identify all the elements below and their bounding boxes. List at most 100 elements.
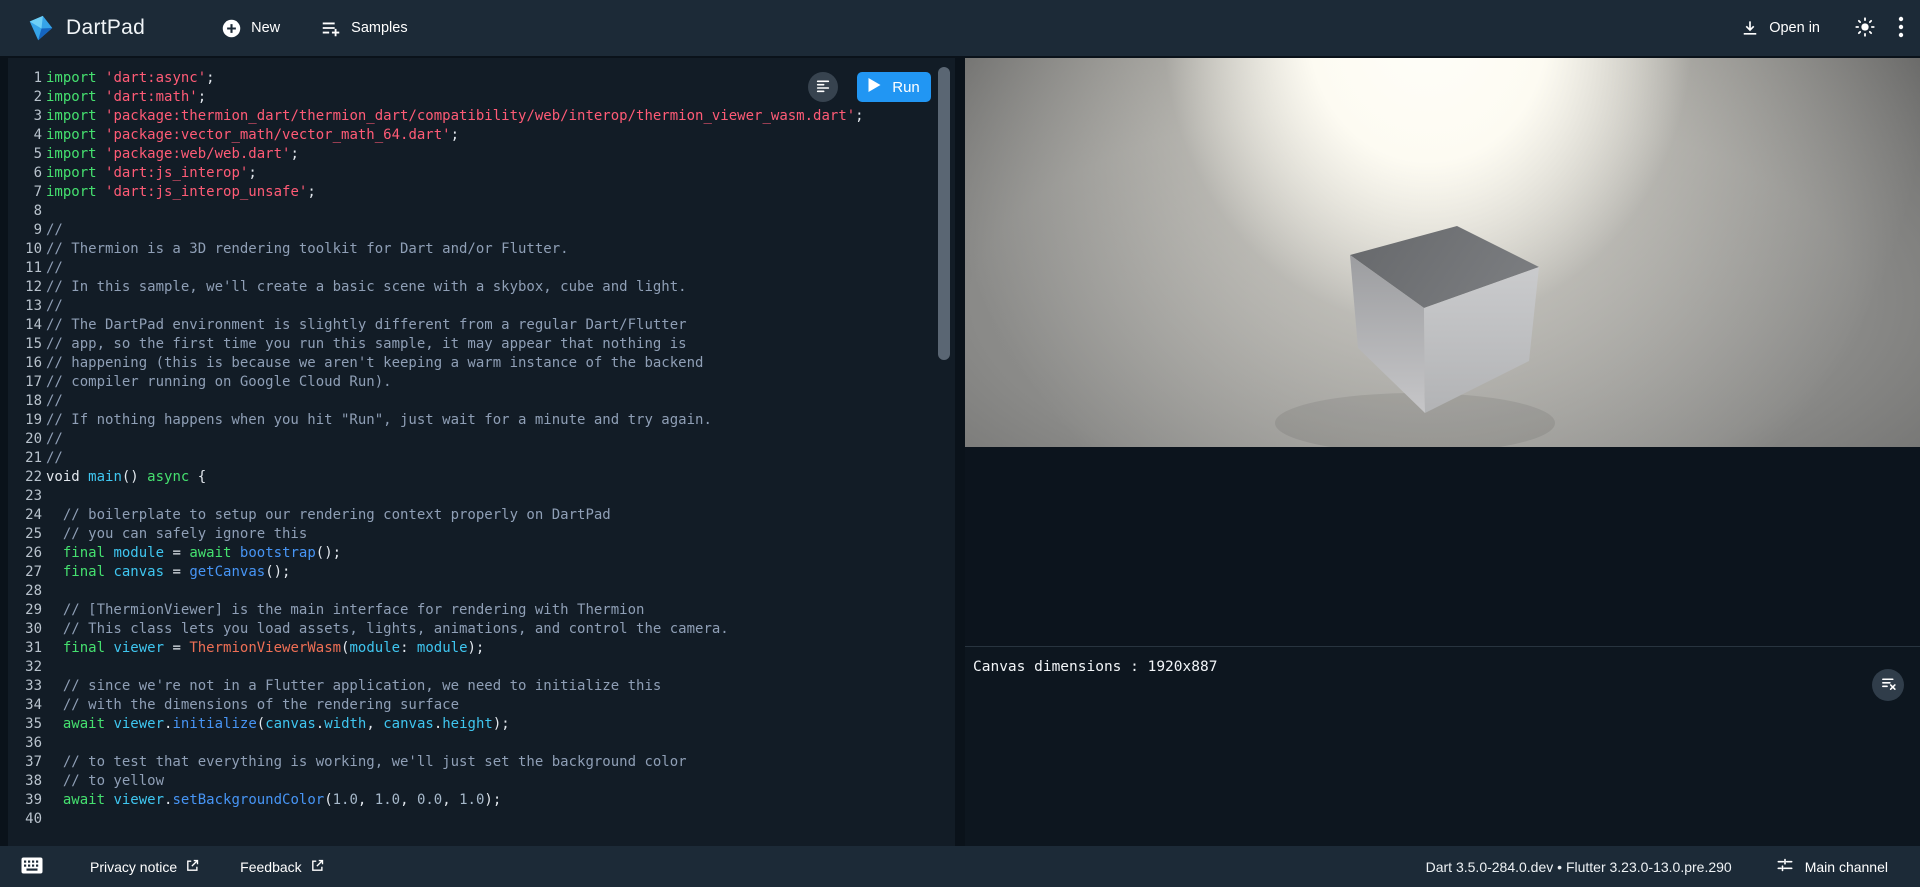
play-icon: [868, 78, 881, 96]
format-button[interactable]: [808, 72, 838, 102]
code-text: // app, so the first time you run this s…: [46, 335, 687, 354]
code-line: 4import 'package:vector_math/vector_math…: [8, 126, 955, 145]
code-text: import 'dart:math';: [46, 88, 206, 107]
line-number: 28: [8, 582, 42, 601]
clear-console-button[interactable]: [1872, 669, 1904, 701]
code-line: 37 // to test that everything is working…: [8, 753, 955, 772]
new-button[interactable]: New: [221, 18, 280, 39]
keyboard-shortcuts-button[interactable]: [21, 857, 43, 877]
code-line: 7import 'dart:js_interop_unsafe';: [8, 183, 955, 202]
samples-button[interactable]: Samples: [320, 17, 407, 39]
code-text: //: [46, 392, 63, 411]
code-line: 31 final viewer = ThermionViewerWasm(mod…: [8, 639, 955, 658]
line-number: 24: [8, 506, 42, 525]
line-number: 32: [8, 658, 42, 677]
line-number: 20: [8, 430, 42, 449]
code-line: 14// The DartPad environment is slightly…: [8, 316, 955, 335]
code-text: await viewer.initialize(canvas.width, ca…: [46, 715, 510, 734]
line-number: 34: [8, 696, 42, 715]
cube-3d: [965, 58, 1920, 447]
code-line: 8: [8, 202, 955, 221]
footer-bar: Privacy notice Feedback Dart 3.5.0-284.0…: [0, 846, 1920, 887]
theme-toggle-button[interactable]: [1854, 16, 1876, 41]
code-line: 19// If nothing happens when you hit "Ru…: [8, 411, 955, 430]
privacy-notice-link[interactable]: Privacy notice: [90, 858, 200, 876]
overflow-menu-button[interactable]: [1898, 16, 1904, 41]
line-number: 5: [8, 145, 42, 164]
code-line: 22void main() async {: [8, 468, 955, 487]
line-number: 7: [8, 183, 42, 202]
code-line: 15// app, so the first time you run this…: [8, 335, 955, 354]
code-line: 18//: [8, 392, 955, 411]
line-number: 14: [8, 316, 42, 335]
code-text: import 'package:web/web.dart';: [46, 145, 299, 164]
code-line: 40: [8, 810, 955, 829]
code-lines[interactable]: 1import 'dart:async';2import 'dart:math'…: [8, 58, 955, 829]
code-line: 29 // [ThermionViewer] is the main inter…: [8, 601, 955, 620]
line-number: 21: [8, 449, 42, 468]
line-number: 27: [8, 563, 42, 582]
code-line: 11//: [8, 259, 955, 278]
code-line: 9//: [8, 221, 955, 240]
line-number: 6: [8, 164, 42, 183]
code-line: 24 // boilerplate to setup our rendering…: [8, 506, 955, 525]
render-canvas[interactable]: [965, 58, 1920, 447]
header-bar: DartPad New Samples: [0, 0, 1920, 56]
code-text: // boilerplate to setup our rendering co…: [46, 506, 611, 525]
app-title: DartPad: [66, 16, 145, 40]
clear-console-icon: [1880, 675, 1897, 695]
kebab-menu-icon: [1898, 16, 1904, 41]
code-text: // to test that everything is working, w…: [46, 753, 687, 772]
run-button-label: Run: [892, 79, 920, 96]
code-text: import 'dart:js_interop_unsafe';: [46, 183, 316, 202]
code-line: 34 // with the dimensions of the renderi…: [8, 696, 955, 715]
code-text: final viewer = ThermionViewerWasm(module…: [46, 639, 484, 658]
code-line: 17// compiler running on Google Cloud Ru…: [8, 373, 955, 392]
samples-button-label: Samples: [351, 20, 407, 36]
line-number: 39: [8, 791, 42, 810]
channel-selector[interactable]: Main channel: [1775, 855, 1888, 878]
format-align-icon: [815, 78, 831, 97]
keyboard-icon: [21, 857, 43, 877]
line-number: 25: [8, 525, 42, 544]
line-number: 10: [8, 240, 42, 259]
line-number: 17: [8, 373, 42, 392]
line-number: 23: [8, 487, 42, 506]
code-text: import 'dart:async';: [46, 69, 215, 88]
code-text: // [ThermionViewer] is the main interfac…: [46, 601, 644, 620]
code-line: 10// Thermion is a 3D rendering toolkit …: [8, 240, 955, 259]
output-panel: Canvas dimensions : 1920x887: [965, 58, 1920, 846]
line-number: 9: [8, 221, 42, 240]
code-line: 35 await viewer.initialize(canvas.width,…: [8, 715, 955, 734]
code-text: // This class lets you load assets, ligh…: [46, 620, 729, 639]
line-number: 22: [8, 468, 42, 487]
code-text: import 'package:vector_math/vector_math_…: [46, 126, 459, 145]
code-text: import 'dart:js_interop';: [46, 164, 257, 183]
open-in-new-icon: [185, 858, 200, 876]
code-text: // happening (this is because we aren't …: [46, 354, 703, 373]
line-number: 3: [8, 107, 42, 126]
code-text: //: [46, 449, 63, 468]
line-number: 16: [8, 354, 42, 373]
code-text: // you can safely ignore this: [46, 525, 307, 544]
line-number: 33: [8, 677, 42, 696]
open-in-button[interactable]: Open in: [1740, 18, 1820, 38]
editor-scrollbar[interactable]: [938, 67, 950, 360]
line-number: 2: [8, 88, 42, 107]
run-button[interactable]: Run: [857, 72, 931, 102]
new-button-label: New: [251, 20, 280, 36]
code-text: import 'package:thermion_dart/thermion_d…: [46, 107, 864, 126]
code-line: 5import 'package:web/web.dart';: [8, 145, 955, 164]
feedback-link[interactable]: Feedback: [240, 858, 324, 876]
code-line: 13//: [8, 297, 955, 316]
dartpad-app: DartPad New Samples: [0, 0, 1920, 887]
code-text: //: [46, 221, 63, 240]
open-in-label: Open in: [1769, 20, 1820, 36]
code-text: // The DartPad environment is slightly d…: [46, 316, 687, 335]
line-number: 31: [8, 639, 42, 658]
line-number: 26: [8, 544, 42, 563]
code-line: 16// happening (this is because we aren'…: [8, 354, 955, 373]
code-text: //: [46, 259, 63, 278]
tune-icon: [1775, 855, 1795, 878]
code-line: 39 await viewer.setBackgroundColor(1.0, …: [8, 791, 955, 810]
